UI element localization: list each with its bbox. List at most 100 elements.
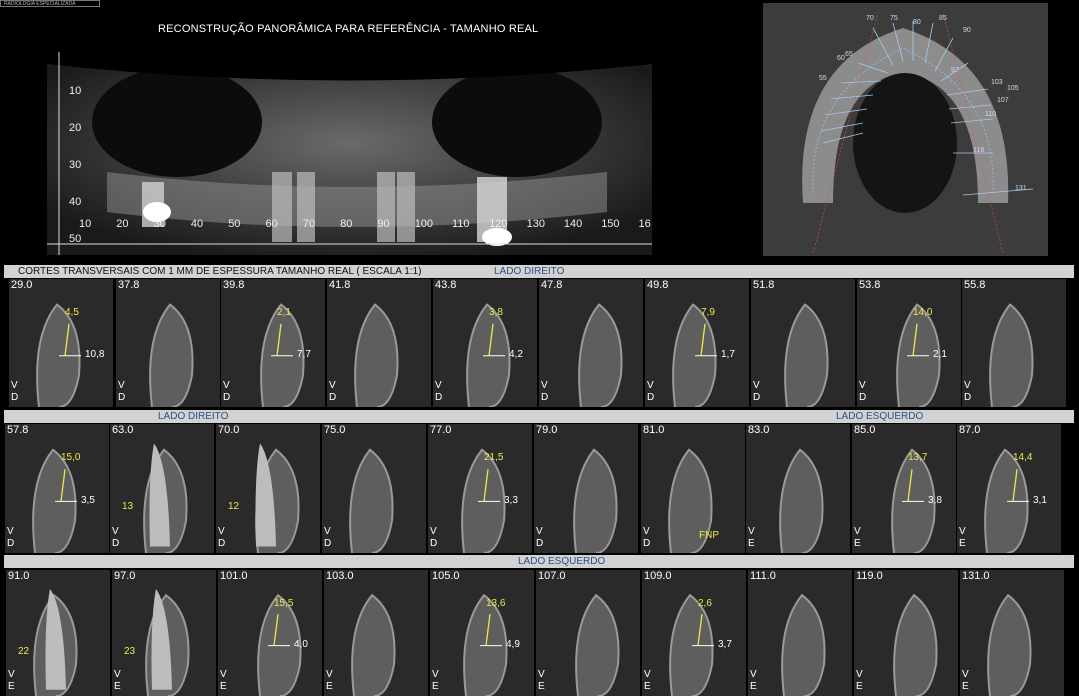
bone-section-image (746, 424, 850, 553)
cross-section-panel: 49.8 V D 7,9 1,7 (645, 279, 749, 407)
bone-section-image (9, 279, 113, 407)
cross-sections-title: CORTES TRANSVERSAIS COM 1 MM DE ESPESSUR… (18, 266, 422, 277)
bone-section-image (852, 424, 956, 553)
axial-slice-label: 55 (819, 75, 827, 82)
side-label-right: LADO DIREITO (158, 411, 229, 422)
orientation-label-vestibular: V (854, 526, 861, 537)
orientation-label-vestibular: V (541, 380, 548, 391)
width-measurement: 4,0 (294, 639, 308, 651)
pano-x-tick-label: 16 (638, 218, 651, 230)
section-band-2: LADO DIREITO LADO ESQUERDO (4, 410, 1074, 423)
width-measurement: 3,1 (1033, 494, 1047, 506)
orientation-label-side: E (854, 538, 861, 549)
slice-position-label: 41.8 (329, 279, 351, 291)
axial-reference-image: 70 75 80 85 65 90 60 97 55 103 105 107 110 119 131 (763, 3, 1048, 256)
slice-position-label: 103.0 (326, 570, 354, 582)
orientation-label-side: D (11, 392, 19, 403)
anatomy-annotation: FNP (699, 529, 719, 541)
width-measurement: 7,7 (297, 349, 311, 361)
cross-section-panel: 43.8 V D 3,8 4,2 (433, 279, 537, 407)
section-band-1: CORTES TRANSVERSAIS COM 1 MM DE ESPESSUR… (4, 265, 1074, 278)
pano-x-tick-label: 150 (601, 218, 620, 230)
cross-section-panel: 103.0 V E (324, 570, 428, 696)
bone-section-image (116, 279, 220, 407)
pano-x-tick-label: 10 (79, 218, 92, 230)
slice-position-label: 55.8 (964, 279, 986, 291)
orientation-label-side: E (959, 538, 966, 549)
pano-x-tick-label: 60 (265, 218, 278, 230)
orientation-label-vestibular: V (324, 526, 331, 537)
orientation-label-side: E (432, 681, 439, 692)
bone-section-image (857, 279, 961, 407)
bone-section-image (645, 279, 749, 407)
axial-slice-label: 105 (1007, 85, 1019, 92)
orientation-label-vestibular: V (959, 526, 966, 537)
orientation-label-vestibular: V (118, 380, 125, 391)
orientation-label-side: D (218, 538, 226, 549)
orientation-label-side: D (753, 392, 761, 403)
pano-x-tick-label: 50 (228, 218, 241, 230)
slice-position-label: 131.0 (962, 570, 990, 582)
tooth-number: 23 (124, 645, 136, 657)
pano-x-tick-label: 110 (452, 218, 470, 230)
slice-position-label: 111.0 (750, 570, 776, 582)
orientation-label-vestibular: V (753, 380, 760, 391)
bone-section-image (221, 279, 325, 407)
cross-section-panel: 63.0 V D 13 (110, 424, 214, 553)
orientation-label-vestibular: V (329, 380, 336, 391)
width-measurement: 4,2 (509, 349, 523, 361)
bone-section-image (216, 424, 320, 553)
bone-section-image (854, 570, 958, 696)
orientation-label-side: E (750, 681, 757, 692)
axial-slice-label: 131 (1015, 185, 1027, 192)
orientation-label-side: D (435, 392, 443, 403)
clinic-logo: RADIOLOGIA ESPECIALIZADA (0, 0, 100, 7)
height-measurement: 4,5 (65, 307, 79, 319)
orientation-label-side: D (964, 392, 972, 403)
cross-section-panel: 85.0 V E 13,7 3,8 (852, 424, 956, 553)
orientation-label-side: E (748, 538, 755, 549)
orientation-label-side: D (859, 392, 867, 403)
pano-x-tick-label: 130 (526, 218, 545, 230)
section-band-3: LADO ESQUERDO (4, 555, 1074, 568)
bone-section-image (428, 424, 532, 553)
cross-section-panel: 53.8 V D 14,0 2,1 (857, 279, 961, 407)
bone-section-image (960, 570, 1064, 696)
slice-position-label: 37.8 (118, 279, 140, 291)
cross-section-panel: 107.0 V E (536, 570, 640, 696)
cross-section-panel: 55.8 V D (962, 279, 1066, 407)
cross-section-panel: 41.8 V D (327, 279, 431, 407)
cross-section-panel: 77.0 V D 21,5 3,3 (428, 424, 532, 553)
axial-slice-label: 70 (866, 15, 874, 22)
orientation-label-vestibular: V (114, 669, 121, 680)
slice-position-label: 51.8 (753, 279, 775, 291)
pano-x-tick-label: 80 (340, 218, 353, 230)
slice-position-label: 105.0 (432, 570, 460, 582)
slice-position-label: 85.0 (854, 424, 876, 436)
slice-position-label: 107.0 (538, 570, 566, 582)
pano-y-tick-label: 20 (69, 122, 82, 134)
slice-position-label: 87.0 (959, 424, 981, 436)
cross-section-panel: 91.0 V E 22 (6, 570, 110, 696)
axial-slice-label: 110 (985, 111, 997, 118)
slice-position-label: 70.0 (218, 424, 240, 436)
orientation-label-side: D (536, 538, 544, 549)
cross-section-panel: 47.8 V D (539, 279, 643, 407)
pano-x-tick-label: 120 (489, 218, 508, 230)
cross-section-panel: 97.0 V E 23 (112, 570, 216, 696)
axial-slice-label: 60 (837, 55, 845, 62)
bone-section-image (539, 279, 643, 407)
bone-section-image (5, 424, 109, 553)
bone-section-image (6, 570, 110, 696)
bone-section-image (112, 570, 216, 696)
orientation-label-side: D (643, 538, 651, 549)
axial-slice-label: 107 (997, 97, 1009, 104)
orientation-label-vestibular: V (7, 526, 14, 537)
pano-x-tick-label: 30 (153, 218, 166, 230)
width-measurement: 3,8 (928, 494, 942, 506)
orientation-label-vestibular: V (435, 380, 442, 391)
orientation-label-vestibular: V (432, 669, 439, 680)
orientation-label-vestibular: V (223, 380, 230, 391)
cross-section-panel: 131.0 V E (960, 570, 1064, 696)
height-measurement: 3,8 (489, 307, 503, 319)
